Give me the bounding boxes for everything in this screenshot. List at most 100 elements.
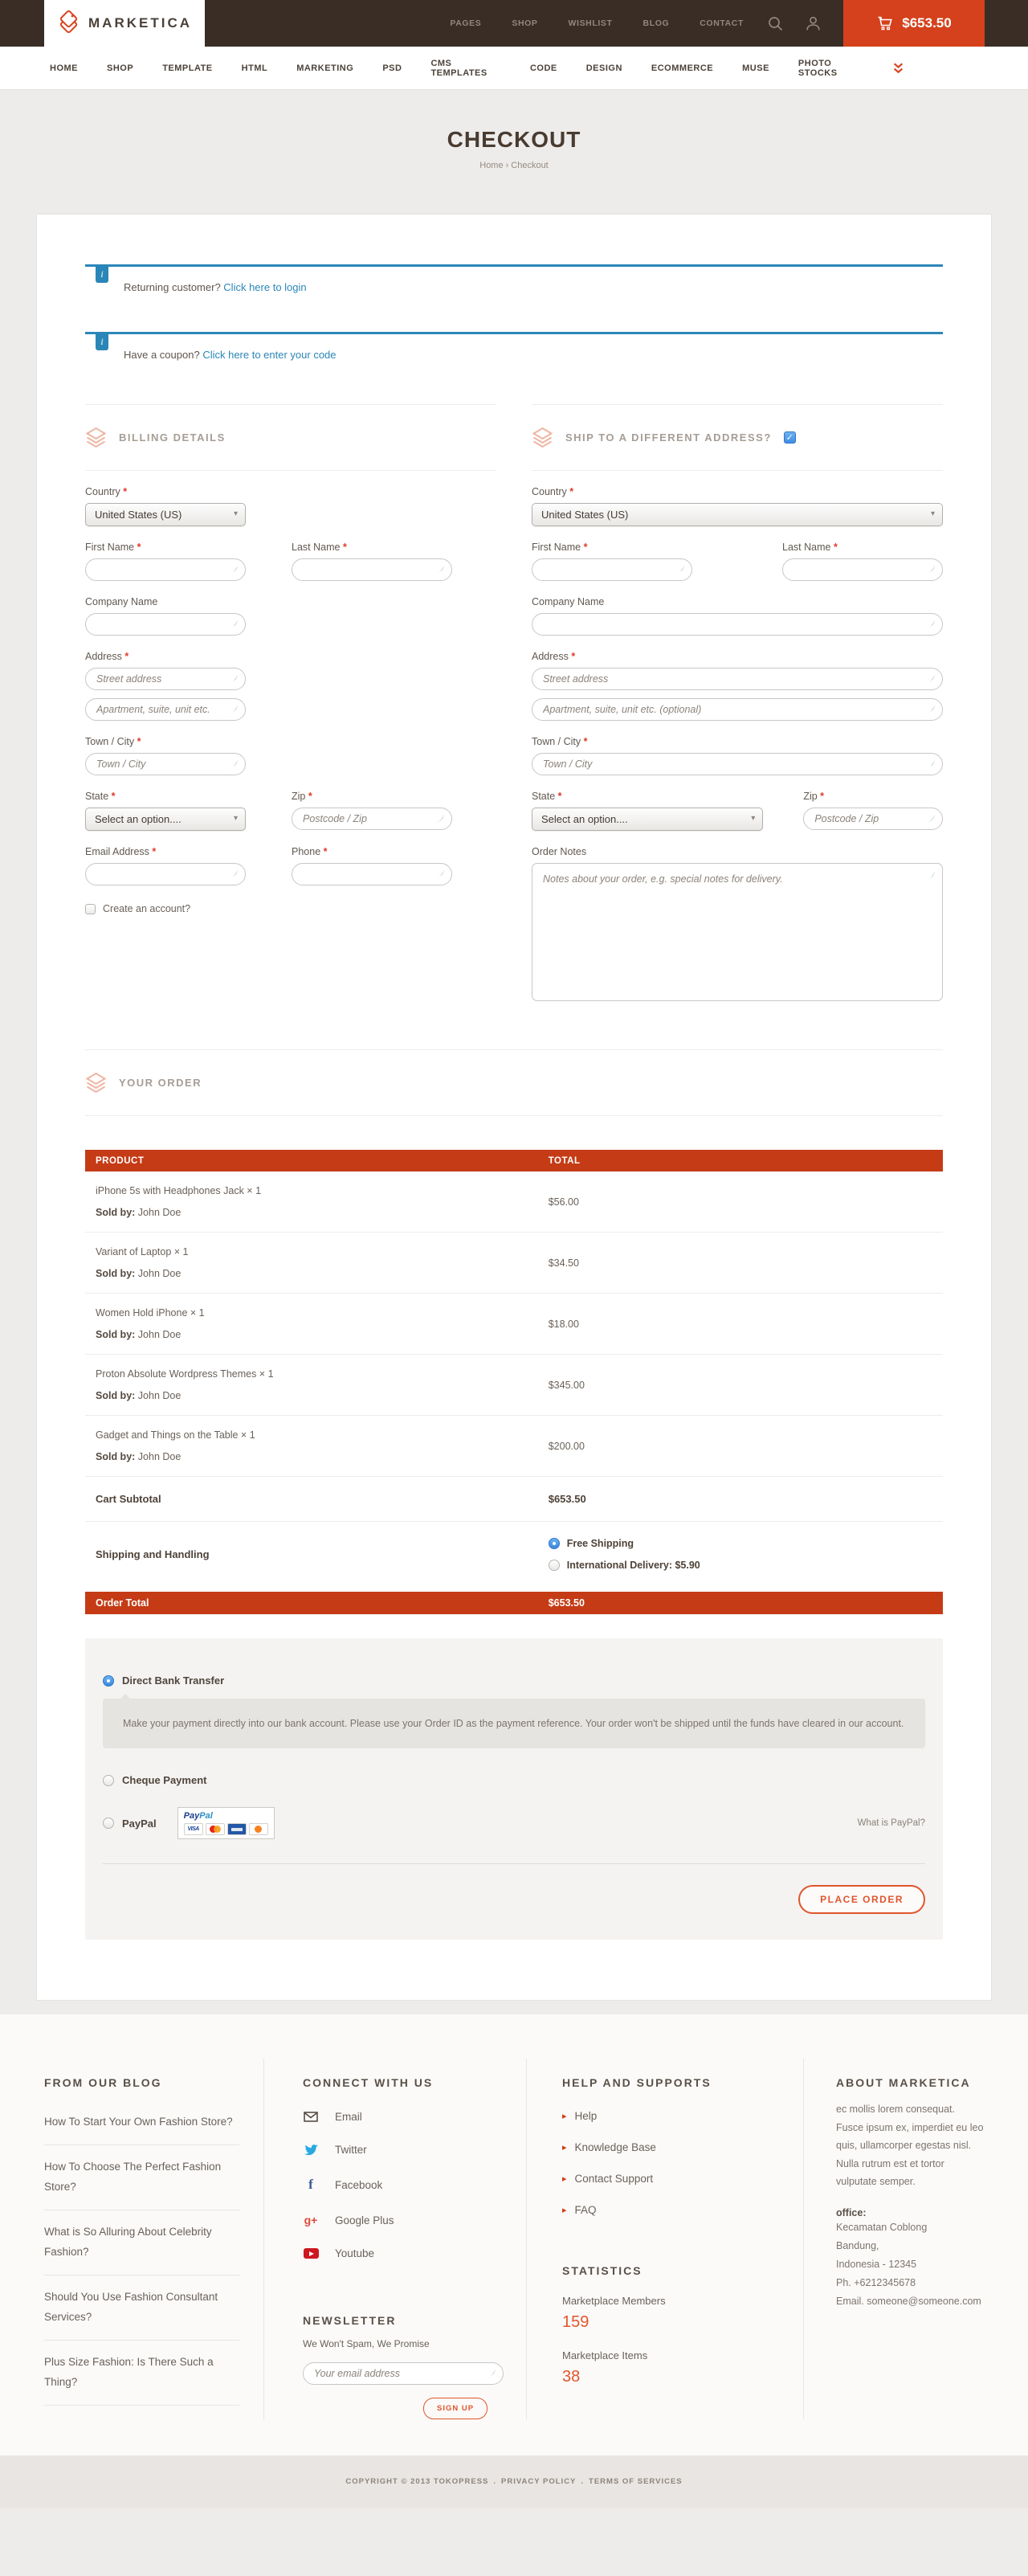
copyright-text: COPYRIGHT © 2013 TOKOPRESS (345, 2477, 488, 2486)
billing-street-input[interactable] (85, 668, 246, 690)
privacy-policy-link[interactable]: PRIVACY POLICY (501, 2477, 576, 2486)
cart-button[interactable]: $653.50 (843, 0, 985, 47)
billing-phone-input[interactable] (292, 863, 452, 885)
nav-expand-chevrons-icon[interactable] (893, 63, 904, 74)
radio-international-delivery[interactable] (549, 1560, 560, 1571)
footer-help-title: HELP AND SUPPORTS (562, 2076, 771, 2089)
help-link[interactable]: Contact Support (562, 2163, 771, 2194)
what-is-paypal-link[interactable]: What is PayPal? (858, 1818, 925, 1828)
info-icon: i (96, 267, 108, 283)
cart-subtotal-row: Cart Subtotal $653.50 (85, 1477, 943, 1522)
checkout-card: i Returning customer? Click here to logi… (36, 214, 992, 2001)
shipping-country-select[interactable]: United States (US) (532, 503, 943, 526)
nav-item[interactable]: HTML (242, 63, 268, 73)
nav-item[interactable]: PSD (382, 63, 402, 73)
shipping-last-name-input[interactable] (782, 558, 943, 581)
nav-item[interactable]: DESIGN (586, 63, 622, 73)
social-link-facebook[interactable]: f Facebook (303, 2166, 526, 2203)
header-nav-item[interactable]: SHOP (512, 18, 537, 28)
nav-item[interactable]: HOME (50, 63, 78, 73)
nav-item[interactable]: MARKETING (296, 63, 353, 73)
shipping-town-input[interactable] (532, 753, 943, 775)
billing-last-name-input[interactable] (292, 558, 452, 581)
login-link[interactable]: Click here to login (223, 281, 306, 293)
header-nav-item[interactable]: WISHLIST (569, 18, 613, 28)
autofill-icon (229, 758, 239, 773)
header-nav-item[interactable]: BLOG (643, 18, 670, 28)
billing-country-select[interactable]: United States (US) (85, 503, 246, 526)
radio-free-shipping[interactable] (549, 1538, 560, 1549)
social-link-youtube[interactable]: Youtube (303, 2237, 526, 2270)
shipping-first-name-input[interactable] (532, 558, 692, 581)
nav-item[interactable]: MUSE (742, 63, 769, 73)
order-total-value: $653.50 (549, 1597, 943, 1609)
shipping-state-select[interactable]: Select an option.... (532, 808, 763, 831)
billing-section: BILLING DETAILS Country * United States … (85, 404, 496, 1005)
blog-post-link[interactable]: Plus Size Fashion: Is There Such a Thing… (44, 2341, 239, 2406)
brand-tag-icon (57, 10, 81, 37)
create-account-checkbox[interactable] (85, 904, 96, 914)
terms-link[interactable]: TERMS OF SERVICES (589, 2477, 683, 2486)
nav-item[interactable]: SHOP (107, 63, 133, 73)
billing-email-input[interactable] (85, 863, 246, 885)
shipping-zip-input[interactable] (803, 808, 943, 830)
login-notice-text: Returning customer? (124, 281, 221, 293)
nav-item[interactable]: CMS TEMPLATES (430, 59, 501, 78)
nav-item[interactable]: CODE (530, 63, 557, 73)
nav-item[interactable]: ECOMMERCE (651, 63, 713, 73)
autofill-icon (229, 704, 239, 718)
help-link[interactable]: FAQ (562, 2194, 771, 2226)
search-icon[interactable] (768, 0, 783, 47)
radio-bank-transfer[interactable] (103, 1675, 114, 1687)
social-link-twitter[interactable]: Twitter (303, 2133, 526, 2166)
autofill-icon (926, 704, 936, 718)
bottom-bar: COPYRIGHT © 2013 TOKOPRESS . PRIVACY POL… (0, 2455, 1028, 2508)
account-icon[interactable] (806, 0, 821, 47)
header-nav-item[interactable]: CONTACT (700, 18, 744, 28)
order-title: YOUR ORDER (119, 1077, 202, 1089)
coupon-link[interactable]: Click here to enter your code (202, 349, 336, 361)
nav-item[interactable]: TEMPLATE (162, 63, 212, 73)
stat-members-label: Marketplace Members (562, 2295, 771, 2307)
help-link[interactable]: Knowledge Base (562, 2132, 771, 2163)
place-order-button[interactable]: PLACE ORDER (798, 1885, 925, 1914)
billing-state-select[interactable]: Select an option.... (85, 808, 246, 831)
breadcrumb-home-link[interactable]: Home (479, 161, 503, 170)
brand-logo[interactable]: MARKETICA (44, 0, 205, 47)
shipping-company-input[interactable] (532, 613, 943, 636)
header-nav-item[interactable]: PAGES (450, 18, 481, 28)
newsletter-email-input[interactable] (303, 2362, 504, 2385)
blog-post-link[interactable]: How To Start Your Own Fashion Store? (44, 2100, 239, 2145)
order-notes-textarea[interactable] (532, 863, 943, 1001)
payment-method-cheque[interactable]: Cheque Payment (103, 1774, 925, 1786)
blog-post-link[interactable]: Should You Use Fashion Consultant Servic… (44, 2275, 239, 2341)
social-link-google-plus[interactable]: g+ Google Plus (303, 2203, 526, 2237)
newsletter-signup-button[interactable]: SIGN UP (423, 2398, 487, 2419)
shipping-option-free[interactable]: Free Shipping (549, 1538, 943, 1549)
shipping-option-international[interactable]: International Delivery: $5.90 (549, 1560, 943, 1571)
seller-name: John Doe (138, 1390, 182, 1401)
billing-first-name-input[interactable] (85, 558, 246, 581)
blog-post-link[interactable]: How To Choose The Perfect Fashion Store? (44, 2145, 239, 2210)
autofill-icon (435, 813, 445, 828)
billing-company-input[interactable] (85, 613, 246, 636)
radio-cheque[interactable] (103, 1775, 114, 1786)
payment-method-paypal[interactable]: PayPal PayPal VISA What is PayPal? (103, 1807, 925, 1839)
payment-method-bank[interactable]: Direct Bank Transfer (103, 1674, 925, 1687)
billing-zip-input[interactable] (292, 808, 452, 830)
nav-item[interactable]: PHOTO STOCKS (798, 59, 864, 78)
radio-paypal[interactable] (103, 1818, 114, 1829)
blog-post-link[interactable]: What is So Alluring About Celebrity Fash… (44, 2210, 239, 2275)
social-link-email[interactable]: Email (303, 2100, 526, 2133)
shipping-street-input[interactable] (532, 668, 943, 690)
billing-apartment-input[interactable] (85, 698, 246, 721)
visa-icon: VISA (184, 1823, 203, 1835)
billing-first-name-label: First Name (85, 542, 134, 553)
shipping-apartment-input[interactable] (532, 698, 943, 721)
stat-members-value: 159 (562, 2313, 771, 2332)
billing-town-input[interactable] (85, 753, 246, 775)
ship-different-checkbox[interactable] (784, 431, 796, 444)
cart-subtotal-value: $653.50 (549, 1493, 943, 1505)
help-link[interactable]: Help (562, 2100, 771, 2132)
footer-about-title: ABOUT MARKETICA (836, 2076, 984, 2089)
